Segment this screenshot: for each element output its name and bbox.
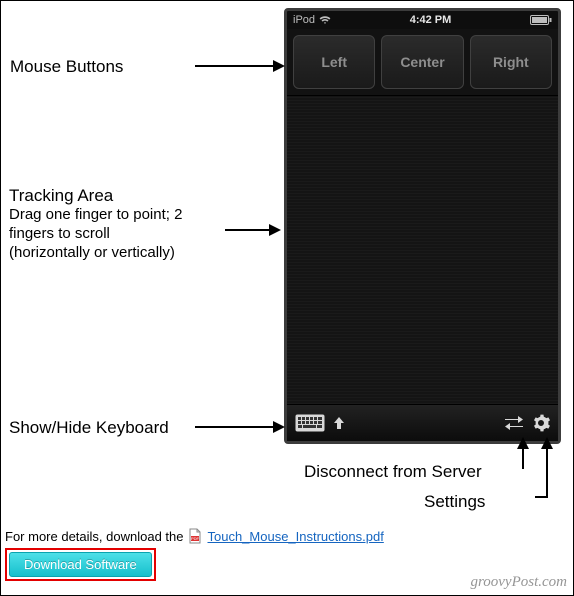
mouse-buttons-row: Left Center Right [287,29,558,95]
arrow-icon [535,435,559,499]
mouse-center-button[interactable]: Center [381,35,463,89]
label-mouse-buttons: Mouse Buttons [10,56,123,77]
status-bar: iPod 4:42 PM [287,11,558,29]
label-tracking-sub3: (horizontally or vertically) [9,244,182,263]
mouse-left-button[interactable]: Left [293,35,375,89]
pdf-icon: PDF [187,528,203,544]
download-highlight-box: Download Software [5,548,156,581]
arrow-icon [195,418,285,436]
battery-icon [530,15,552,25]
watermark-text: groovyPost.com [470,574,567,591]
shift-up-icon[interactable] [333,416,345,430]
wifi-icon [319,15,331,25]
download-software-button[interactable]: Download Software [9,552,152,577]
details-line: For more details, download the PDF Touch… [5,528,384,544]
label-disconnect: Disconnect from Server [304,461,482,482]
gear-icon[interactable] [532,414,550,432]
tracking-area[interactable] [287,95,558,405]
keyboard-icon[interactable] [295,414,325,432]
ipod-device: iPod 4:42 PM Left Center Right [284,8,561,444]
arrow-icon [511,435,535,469]
arrow-icon [225,221,281,239]
label-tracking-sub1: Drag one finger to point; 2 [9,206,182,225]
disconnect-icon[interactable] [504,416,524,430]
arrow-icon [195,57,285,75]
label-keyboard: Show/Hide Keyboard [9,417,169,438]
label-tracking-area: Tracking Area Drag one finger to point; … [9,185,182,263]
label-tracking-sub2: fingers to scroll [9,225,182,244]
carrier-label: iPod [293,14,315,26]
pdf-link[interactable]: Touch_Mouse_Instructions.pdf [207,529,383,544]
label-settings: Settings [424,491,485,512]
label-tracking-title: Tracking Area [9,186,113,205]
clock-label: 4:42 PM [331,14,530,26]
mouse-right-button[interactable]: Right [470,35,552,89]
details-prefix: For more details, download the [5,529,183,544]
svg-text:PDF: PDF [191,536,200,541]
